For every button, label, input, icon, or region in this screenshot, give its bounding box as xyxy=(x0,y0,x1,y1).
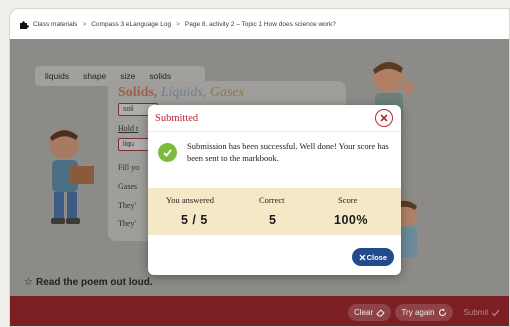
check-icon xyxy=(492,309,500,317)
try-again-button[interactable]: Try again xyxy=(395,304,453,321)
boy-illustration xyxy=(49,129,94,224)
answered-label: You answered xyxy=(166,195,215,205)
breadcrumb-separator: > xyxy=(176,20,180,28)
dialog-message: Submission has been successful. Well don… xyxy=(187,141,389,163)
submitted-dialog: Submitted Submission has been successful… xyxy=(148,105,401,275)
clear-button[interactable]: Clear xyxy=(348,304,391,321)
dialog-message-row: Submission has been successful. Well don… xyxy=(148,132,401,188)
score-value: 100% xyxy=(334,213,368,227)
star-icon: ☆ xyxy=(24,277,33,288)
submit-button[interactable]: Submit xyxy=(456,304,508,321)
word-chip[interactable]: solids xyxy=(149,71,171,81)
puzzle-icon[interactable] xyxy=(18,18,30,30)
correct-label: Correct xyxy=(259,195,285,205)
breadcrumb-item-activity: Page 8, activity 2 – Topic 1 How does sc… xyxy=(184,20,336,28)
eraser-icon xyxy=(376,309,385,317)
correct-value: 5 xyxy=(269,213,277,227)
poem-title: Solids, Liquids, Gases xyxy=(118,85,245,100)
word-chip[interactable]: liquids xyxy=(45,71,69,81)
word-chip[interactable]: size xyxy=(120,71,135,81)
poem-line: They' xyxy=(118,201,136,210)
score-summary: You answered Correct Score 5 / 5 5 100% xyxy=(148,188,401,235)
close-x-icon xyxy=(359,254,366,260)
poem-line: Fill yo xyxy=(118,163,140,172)
word-chip[interactable]: shape xyxy=(83,71,106,81)
instruction-text: ☆ Read the poem out loud. xyxy=(24,277,153,288)
score-label: Score xyxy=(338,195,358,205)
breadcrumb-item-log[interactable]: Compass 3 eLanguage Log xyxy=(91,21,171,28)
close-icon[interactable] xyxy=(375,109,393,127)
poem-line: Hold t xyxy=(118,124,139,133)
poem-line: Gases xyxy=(118,182,138,191)
close-button[interactable]: Close xyxy=(351,248,394,266)
breadcrumb-separator: > xyxy=(82,20,87,28)
app-frame: Class materials > Compass 3 eLanguage Lo… xyxy=(9,8,510,327)
dialog-title: Submitted xyxy=(155,112,199,124)
dialog-header: Submitted xyxy=(148,105,401,132)
answered-value: 5 / 5 xyxy=(181,213,208,227)
breadcrumb: Class materials > Compass 3 eLanguage Lo… xyxy=(10,9,509,39)
poem-line: They' xyxy=(118,219,136,228)
refresh-icon xyxy=(438,308,446,317)
breadcrumb-item-class-materials[interactable]: Class materials xyxy=(33,21,77,28)
success-check-icon xyxy=(158,143,177,162)
